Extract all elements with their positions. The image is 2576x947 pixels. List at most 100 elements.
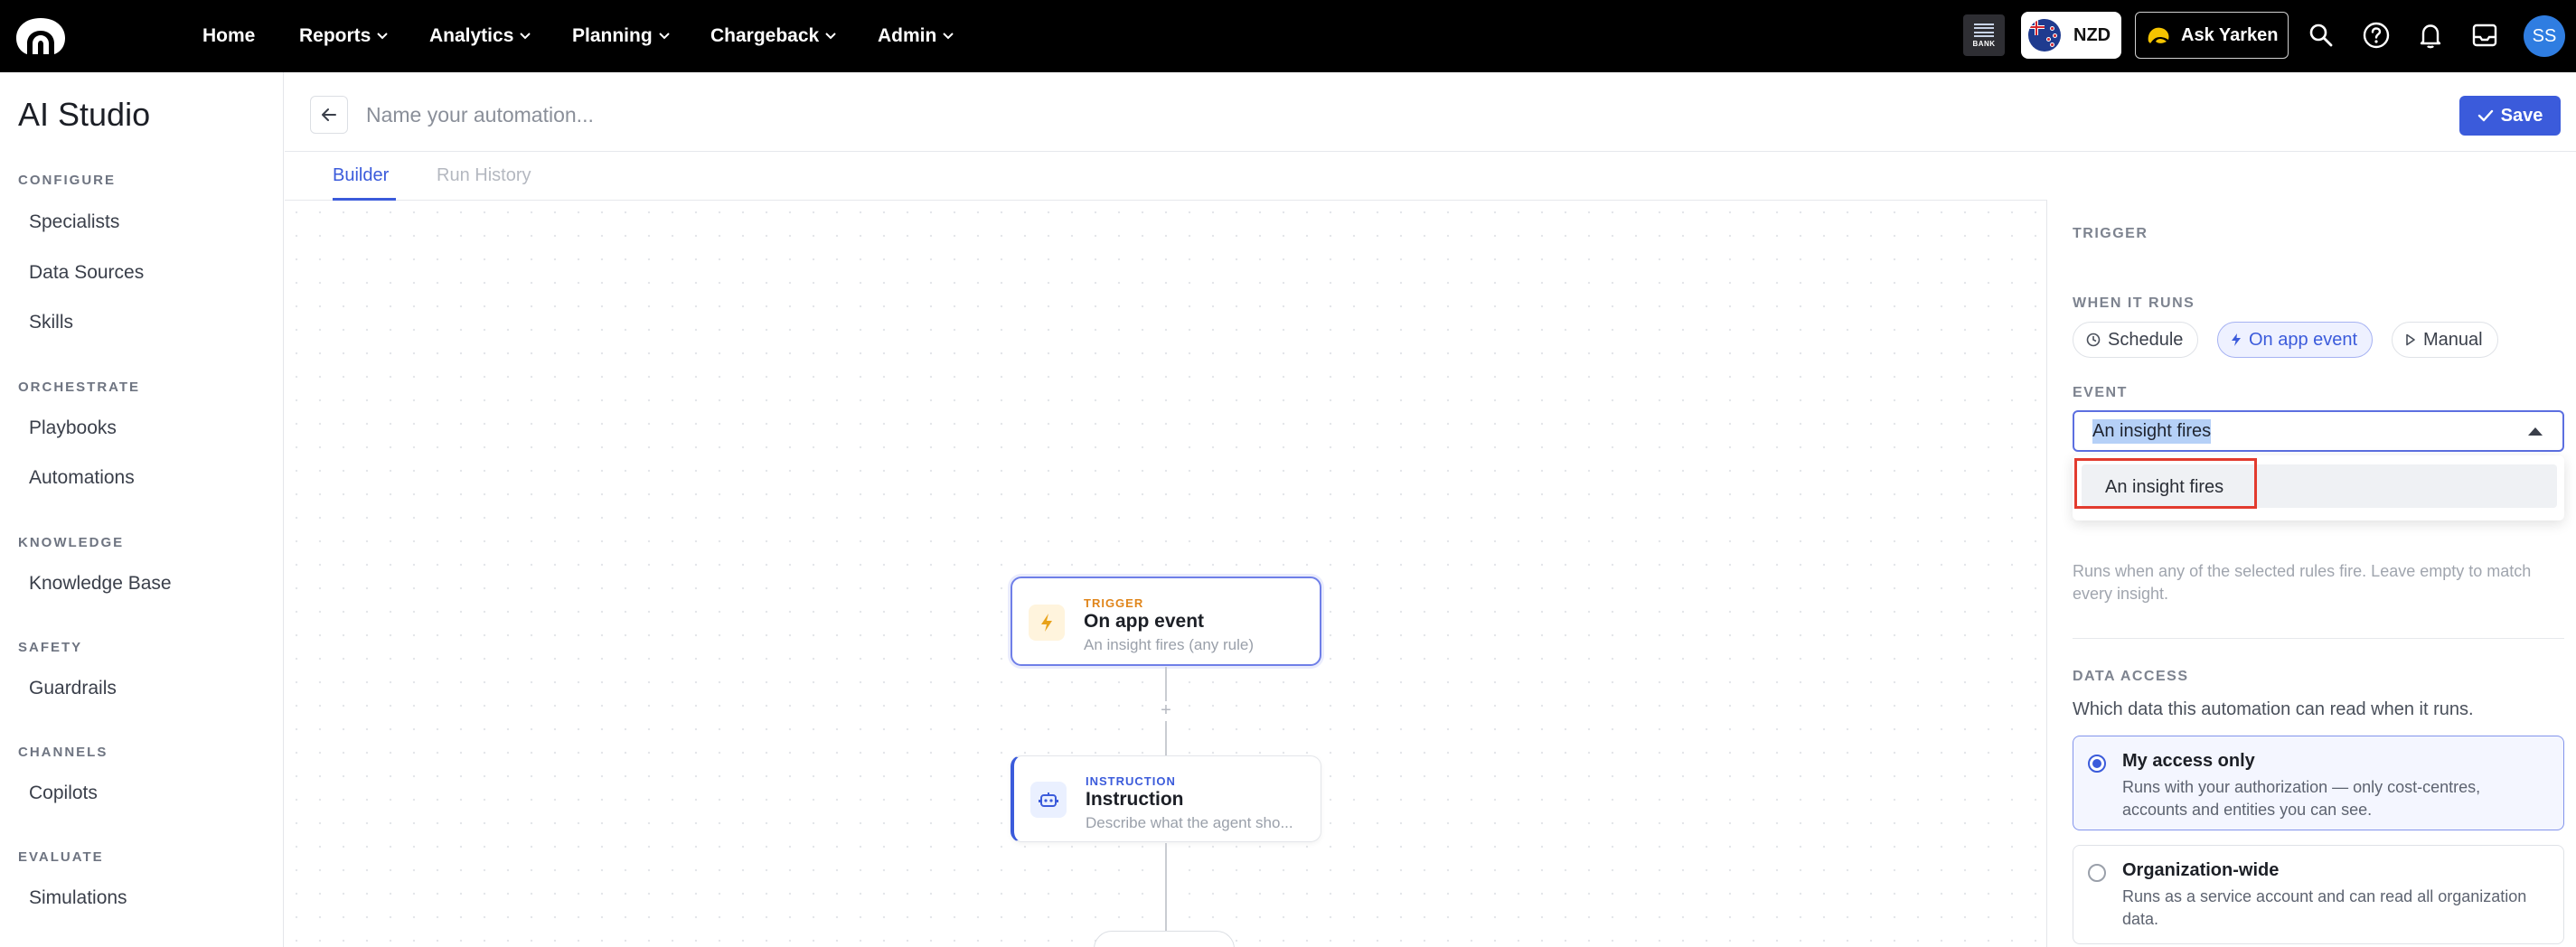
check-icon — [2477, 109, 2493, 122]
caret-up-icon — [2528, 427, 2543, 436]
data-access-description: Which data this automation can read when… — [2073, 699, 2474, 719]
radio-unselected[interactable] — [2088, 864, 2106, 882]
top-navigation-bar: Home Reports Analytics Planning Chargeba… — [0, 0, 2576, 72]
run-mode-manual[interactable]: Manual — [2392, 322, 2498, 358]
bolt-icon — [1029, 605, 1065, 641]
save-label: Save — [2500, 105, 2543, 126]
automation-name-input[interactable] — [366, 92, 1631, 137]
add-step-button[interactable]: + — [1157, 701, 1175, 719]
sidebar-item-simulations[interactable]: Simulations — [29, 887, 127, 909]
trigger-node-subtitle: An insight fires (any rule) — [1084, 636, 1255, 653]
nav-reports-label: Reports — [299, 25, 371, 46]
chevron-down-icon — [377, 33, 389, 40]
add-step-pill[interactable] — [1094, 931, 1235, 947]
bank-label: BANK — [1972, 39, 1996, 48]
event-select-value: An insight fires — [2092, 418, 2212, 444]
chevron-down-icon — [520, 33, 531, 40]
robot-icon — [1030, 782, 1067, 818]
run-mode-on-app-event-label: On app event — [2249, 329, 2358, 350]
event-label: EVENT — [2073, 385, 2128, 400]
ask-yarken-label: Ask Yarken — [2181, 24, 2279, 45]
trigger-node[interactable]: TRIGGER On app event An insight fires (a… — [1011, 577, 1321, 666]
section-label-orchestrate: ORCHESTRATE — [18, 380, 141, 395]
help-icon[interactable] — [2359, 18, 2393, 52]
section-label-knowledge: KNOWLEDGE — [18, 535, 125, 550]
sidebar-item-data-sources[interactable]: Data Sources — [29, 262, 144, 284]
back-button[interactable] — [310, 96, 348, 134]
tab-run-history[interactable]: Run History — [437, 165, 531, 186]
currency-selector[interactable]: NZD — [2021, 12, 2121, 59]
connector-line — [1165, 721, 1167, 755]
sidebar-item-copilots[interactable]: Copilots — [29, 783, 98, 804]
nav-admin-label: Admin — [878, 25, 937, 46]
section-label-safety: SAFETY — [18, 640, 83, 655]
arrow-left-icon — [322, 108, 336, 121]
yarken-icon — [2145, 23, 2172, 47]
nav-chargeback[interactable]: Chargeback — [710, 0, 836, 72]
nav-home-label: Home — [202, 25, 256, 46]
sidebar-item-playbooks[interactable]: Playbooks — [29, 417, 117, 439]
nav-analytics[interactable]: Analytics — [429, 0, 531, 72]
inbox-icon[interactable] — [2468, 18, 2502, 52]
chevron-down-icon — [943, 33, 954, 40]
user-avatar[interactable]: SS — [2524, 15, 2565, 57]
access-option-title: My access only — [2122, 751, 2255, 771]
chevron-down-icon — [825, 33, 836, 40]
highlight-box — [2074, 458, 2257, 509]
run-mode-on-app-event[interactable]: On app event — [2217, 322, 2374, 358]
trigger-settings-panel: TRIGGER WHEN IT RUNS Schedule On app eve… — [2046, 201, 2576, 947]
instruction-node-subtitle: Describe what the agent sho... — [1086, 814, 1293, 831]
access-option-organization-wide[interactable]: Organization-wide Runs as a service acco… — [2073, 845, 2564, 944]
section-label-configure: CONFIGURE — [18, 173, 116, 188]
event-select[interactable]: An insight fires — [2073, 410, 2564, 452]
event-helper-text: Runs when any of the selected rules fire… — [2073, 562, 2532, 603]
access-option-my-access[interactable]: My access only Runs with your authorizat… — [2073, 736, 2564, 830]
nav-admin[interactable]: Admin — [878, 0, 954, 72]
bank-icon — [1974, 23, 1994, 38]
when-it-runs-label: WHEN IT RUNS — [2073, 295, 2195, 311]
chevron-down-icon — [658, 33, 670, 40]
nav-analytics-label: Analytics — [429, 25, 514, 46]
app-logo[interactable] — [14, 16, 67, 56]
nav-chargeback-label: Chargeback — [710, 25, 820, 46]
connector-line — [1165, 667, 1167, 705]
section-label-evaluate: EVALUATE — [18, 849, 104, 865]
sidebar: AI Studio CONFIGURE Specialists Data Sou… — [0, 72, 284, 947]
bank-badge[interactable]: BANK — [1963, 14, 2005, 56]
access-option-title: Organization-wide — [2122, 860, 2280, 880]
tab-builder[interactable]: Builder — [333, 165, 389, 186]
play-icon — [2406, 333, 2415, 346]
access-option-description: Runs as a service account and can read a… — [2122, 887, 2527, 928]
trigger-node-title: On app event — [1084, 611, 1205, 632]
nav-reports[interactable]: Reports — [299, 0, 389, 72]
sidebar-item-knowledge-base[interactable]: Knowledge Base — [29, 573, 172, 595]
search-icon[interactable] — [2304, 18, 2338, 52]
save-button[interactable]: Save — [2459, 96, 2561, 136]
panel-heading: TRIGGER — [2073, 226, 2148, 241]
currency-code: NZD — [2073, 24, 2111, 45]
event-dropdown-menu: An insight fires — [2073, 455, 2564, 520]
nav-home[interactable]: Home — [202, 0, 255, 72]
instruction-node[interactable]: INSTRUCTION Instruction Describe what th… — [1011, 755, 1321, 842]
sidebar-title: AI Studio — [18, 96, 151, 133]
nz-flag-icon — [2028, 19, 2061, 52]
run-mode-schedule[interactable]: Schedule — [2073, 322, 2199, 358]
data-access-label: DATA ACCESS — [2073, 669, 2189, 684]
radio-selected[interactable] — [2088, 755, 2106, 773]
sidebar-item-automations[interactable]: Automations — [29, 467, 135, 489]
nav-planning-label: Planning — [572, 25, 653, 46]
builder-tabs: Builder Run History — [285, 153, 2047, 201]
connector-line — [1165, 843, 1167, 933]
instruction-node-title: Instruction — [1086, 789, 1184, 810]
sidebar-item-guardrails[interactable]: Guardrails — [29, 678, 117, 699]
nav-planning[interactable]: Planning — [572, 0, 670, 72]
sidebar-item-specialists[interactable]: Specialists — [29, 211, 119, 233]
section-label-channels: CHANNELS — [18, 745, 108, 760]
ask-yarken-button[interactable]: Ask Yarken — [2135, 12, 2289, 59]
divider — [2073, 638, 2564, 639]
run-mode-schedule-label: Schedule — [2108, 329, 2184, 350]
automation-header: Save — [285, 72, 2576, 152]
sidebar-item-skills[interactable]: Skills — [29, 312, 73, 333]
bell-icon[interactable] — [2413, 18, 2448, 52]
clock-icon — [2086, 333, 2101, 347]
